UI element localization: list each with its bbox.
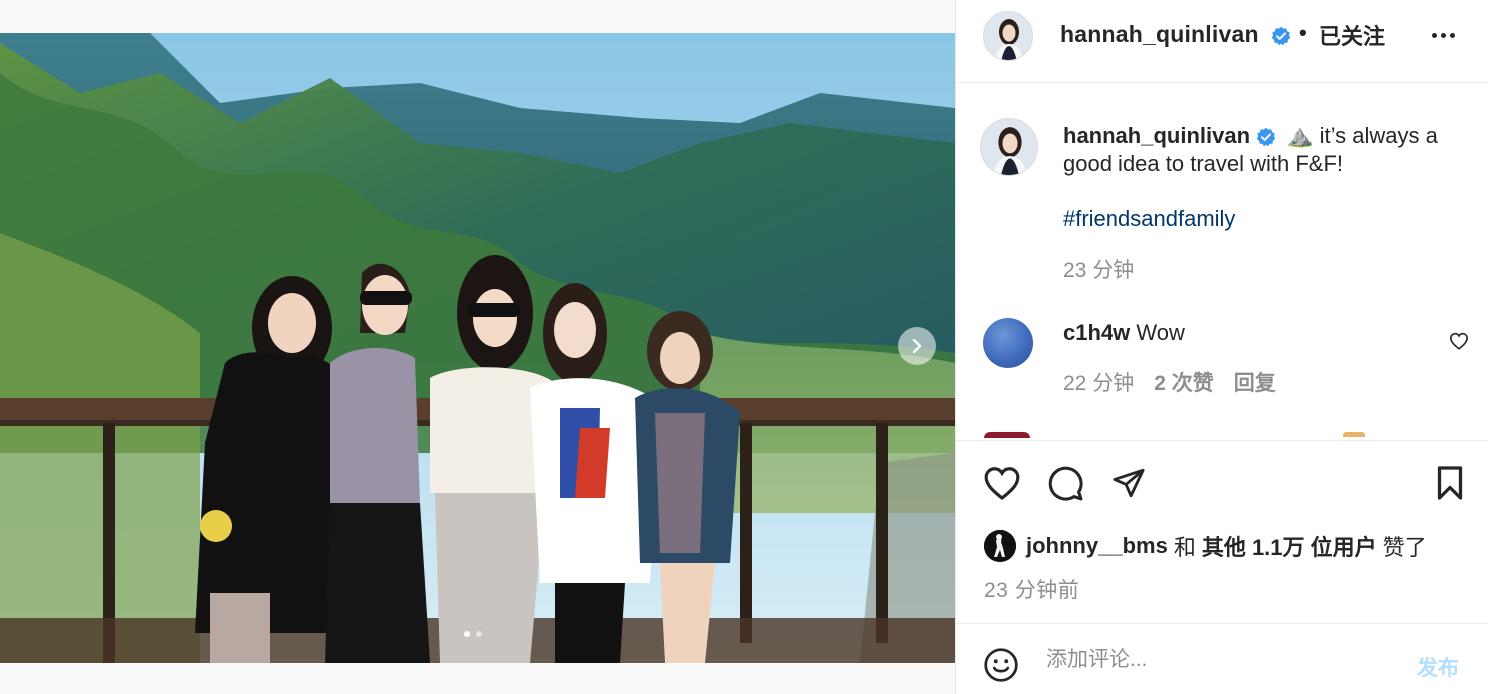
comment-button[interactable]: [1047, 465, 1084, 507]
likes-conjunction: 和: [1173, 535, 1196, 560]
caption-avatar[interactable]: [980, 118, 1038, 176]
liker-avatar[interactable]: [984, 530, 1016, 562]
verified-badge-icon: [1272, 26, 1291, 46]
caption-username[interactable]: hannah_quinlivan: [1063, 123, 1250, 148]
like-button[interactable]: [983, 465, 1021, 506]
share-button[interactable]: [1111, 466, 1147, 505]
next-comment-avatar-partial: [984, 432, 1030, 438]
comment-like-button[interactable]: [1449, 332, 1469, 355]
comment-reply-button[interactable]: 回复: [1234, 367, 1276, 397]
post-sidebar: hannah_quinlivan • 已关注 hannah_quinlivan …: [955, 0, 1488, 694]
post-photo: [0, 33, 955, 663]
commenter-avatar[interactable]: [983, 318, 1033, 368]
post-timestamp[interactable]: 23 分钟前: [984, 574, 1079, 604]
comment-bubble-icon: [1048, 466, 1083, 501]
post-header: hannah_quinlivan • 已关注: [956, 0, 1488, 83]
carousel-indicator: [464, 631, 482, 637]
bookmark-icon: [1437, 466, 1463, 500]
post-comment-button[interactable]: 发布: [1417, 652, 1459, 682]
smiley-face-icon: [984, 648, 1018, 682]
following-button[interactable]: 已关注: [1319, 19, 1385, 51]
likes-suffix: 赞了: [1382, 535, 1427, 560]
likes-summary: johnny__bms 和 其他 1.1万 位用户 赞了: [984, 530, 1433, 562]
more-options-button[interactable]: [1432, 25, 1462, 45]
comment-likes-count[interactable]: 2 次赞: [1154, 367, 1214, 397]
author-username-text[interactable]: hannah_quinlivan: [1060, 21, 1259, 47]
more-horizontal-icon-dot: [1441, 32, 1446, 38]
comment-input[interactable]: [1046, 642, 1396, 678]
liker-username[interactable]: johnny__bms: [1026, 533, 1168, 559]
emoji-picker-button[interactable]: [983, 647, 1019, 688]
chevron-right-icon: [912, 339, 922, 353]
caption-hashtag[interactable]: #friendsandfamily: [1063, 206, 1235, 232]
caption-timestamp: 23 分钟: [1063, 259, 1135, 282]
header-separator: •: [1299, 20, 1307, 45]
save-button[interactable]: [1434, 465, 1466, 506]
more-horizontal-icon-dot: [1432, 32, 1437, 38]
comment-text: c1h4w Wow: [1063, 320, 1185, 346]
caption-text-block: hannah_quinlivan ⛰️ it’s always a good i…: [1063, 122, 1473, 178]
carousel-dot-2: [476, 631, 482, 637]
more-horizontal-icon-dot: [1450, 32, 1455, 38]
commenter-username[interactable]: c1h4w: [1063, 320, 1130, 345]
add-comment-bar: 发布: [956, 623, 1488, 694]
post-media[interactable]: [0, 33, 955, 663]
next-comment-emoji-partial: [1343, 432, 1365, 437]
author-avatar[interactable]: [983, 11, 1033, 61]
paper-plane-icon: [1113, 468, 1145, 498]
heart-icon: [1449, 332, 1469, 350]
author-username[interactable]: hannah_quinlivan: [1060, 21, 1291, 48]
carousel-next-button[interactable]: [898, 327, 936, 365]
carousel-dot-1: [464, 631, 470, 637]
comment-body: Wow: [1136, 320, 1185, 345]
likes-others-link[interactable]: 其他 1.1万 位用户: [1202, 530, 1377, 562]
post-actions-section: johnny__bms 和 其他 1.1万 位用户 赞了 23 分钟前: [956, 440, 1488, 623]
verified-badge-icon: [1256, 127, 1276, 147]
comment-timestamp: 22 分钟: [1063, 372, 1135, 395]
comment-meta: 22 分钟 2 次赞 回复: [1063, 367, 1276, 397]
heart-icon: [984, 467, 1020, 501]
